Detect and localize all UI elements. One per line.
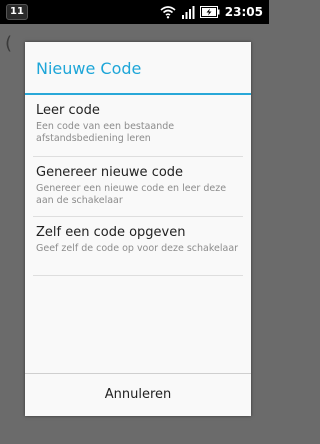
option-divider [33,156,243,157]
cancel-button[interactable]: Annuleren [25,374,251,416]
option-title: Genereer nieuwe code [36,165,184,180]
background-app-icon: ( [5,33,13,54]
notification-count-badge: 11 [6,4,28,20]
battery-charging-icon [199,6,220,18]
option-generate-code[interactable]: Genereer nieuwe code Genereer een nieuwe… [36,165,246,207]
option-description: Een code van een bestaande afstandsbedie… [36,121,175,144]
title-divider [25,93,251,95]
option-divider [33,216,243,217]
option-enter-code[interactable]: Zelf een code opgeven Geef zelf de code … [36,225,246,255]
status-icons: 23:05 [160,4,263,20]
new-code-dialog: Nieuwe Code Leer code Een code van een b… [25,42,251,416]
dialog-title: Nieuwe Code [36,59,142,78]
option-learn-code[interactable]: Leer code Een code van een bestaande afs… [36,103,246,145]
option-title: Zelf een code opgeven [36,225,186,240]
wifi-icon [160,6,176,19]
option-title: Leer code [36,103,100,118]
option-divider [33,275,243,276]
option-description: Geef zelf de code op voor deze schakelaa… [36,243,239,254]
signal-icon [181,6,195,19]
clock: 23:05 [224,5,263,19]
status-bar: 11 23:05 [0,0,269,24]
option-description: Genereer een nieuwe code en leer deze aa… [36,183,227,206]
